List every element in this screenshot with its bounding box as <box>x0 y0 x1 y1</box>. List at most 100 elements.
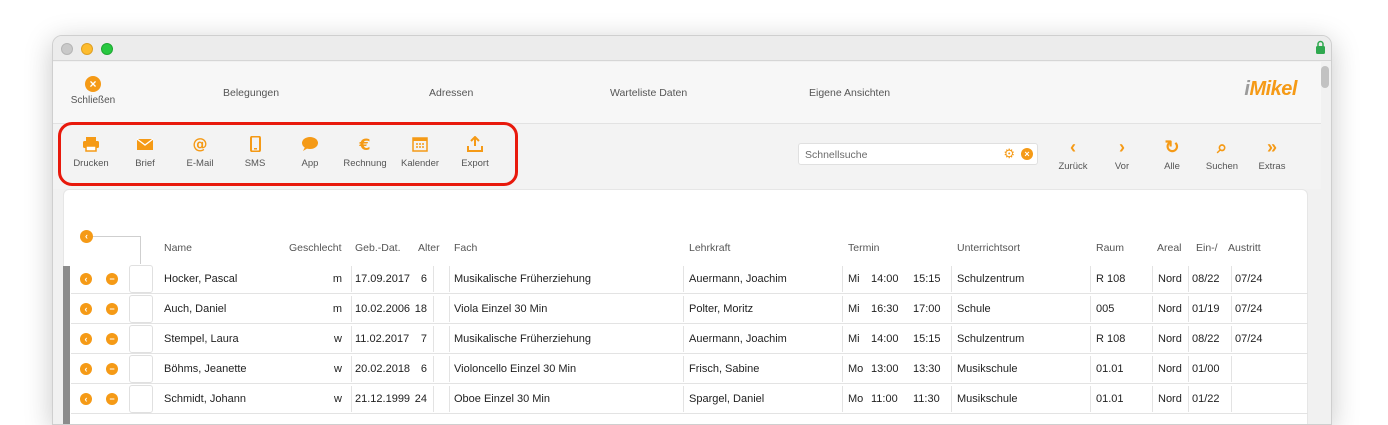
cell-area: Nord <box>1158 273 1182 285</box>
table-row[interactable]: ‹ − Böhms, Jeanette w 20.02.2018 6 Violoncello… <box>71 354 1308 384</box>
cell-sex: w <box>334 393 342 405</box>
column-separator <box>1231 386 1232 412</box>
column-separator <box>1090 266 1091 292</box>
column-separator <box>951 326 952 352</box>
cell-end: 15:15 <box>913 273 941 285</box>
remove-row-icon[interactable]: − <box>106 393 118 405</box>
column-separator <box>683 326 684 352</box>
column-separator <box>842 266 843 292</box>
table-row[interactable]: ‹ − Schmidt, Johann w 21.12.1999 24 Oboe Einze… <box>71 384 1308 414</box>
cell-end: 11:30 <box>913 393 940 405</box>
search-icon: ⌕ <box>1216 137 1228 157</box>
column-separator <box>1231 266 1232 292</box>
lock-icon <box>1316 40 1325 54</box>
col-header-teacher[interactable]: Lehrkraft <box>689 242 730 254</box>
column-separator <box>433 326 434 352</box>
column-separator <box>951 296 952 322</box>
column-separator <box>1152 266 1153 292</box>
row-checkbox[interactable] <box>129 325 153 353</box>
column-separator <box>351 356 352 382</box>
all-button[interactable]: ↻ Alle <box>1148 136 1196 172</box>
col-header-time[interactable]: Termin <box>848 242 880 254</box>
cell-subject: Musikalische Früherziehung <box>454 333 591 345</box>
imikel-logo: iMikel <box>1244 78 1297 100</box>
column-separator <box>842 356 843 382</box>
open-row-icon[interactable]: ‹ <box>80 333 92 345</box>
extras-button[interactable]: » Extras <box>1248 136 1296 172</box>
refresh-icon: ↻ <box>1164 137 1180 157</box>
col-header-exit[interactable]: Austritt <box>1228 242 1261 254</box>
col-header-room[interactable]: Raum <box>1096 242 1124 254</box>
add-row-icon[interactable]: ‹ <box>80 230 93 243</box>
cell-end: 13:30 <box>913 363 941 375</box>
column-separator <box>683 296 684 322</box>
table-row[interactable]: ‹ − Auch, Daniel m 10.02.2006 18 Viola Einzel … <box>71 294 1308 324</box>
col-header-entry[interactable]: Ein-/ <box>1196 242 1218 254</box>
remove-row-icon[interactable]: − <box>106 363 118 375</box>
cell-subject: Musikalische Früherziehung <box>454 273 591 285</box>
cell-start: 14:00 <box>871 333 899 345</box>
header-divider <box>93 236 141 237</box>
col-header-area[interactable]: Areal <box>1157 242 1182 254</box>
cell-day: Mi <box>848 273 860 285</box>
open-row-icon[interactable]: ‹ <box>80 303 92 315</box>
forward-button[interactable]: › Vor <box>1098 136 1146 172</box>
clear-search-icon[interactable]: × <box>1021 148 1033 160</box>
row-checkbox[interactable] <box>129 265 153 293</box>
col-header-sex[interactable]: Geschlecht <box>289 242 342 254</box>
row-checkbox[interactable] <box>129 295 153 323</box>
cell-room: 01.01 <box>1096 393 1124 405</box>
cell-teacher: Polter, Moritz <box>689 303 754 315</box>
col-header-age[interactable]: Alter <box>418 242 440 254</box>
column-separator <box>1231 326 1232 352</box>
window-minimize-button[interactable] <box>81 43 93 55</box>
selection-bar <box>63 266 70 424</box>
table-row[interactable]: ‹ − Hocker, Pascal m 17.09.2017 6 Musikalische… <box>71 264 1308 294</box>
column-separator <box>1231 356 1232 382</box>
cell-dob: 20.02.2018 <box>355 363 411 375</box>
col-header-dob[interactable]: Geb.-Dat. <box>355 242 401 254</box>
close-view-button[interactable]: × Schließen <box>67 76 119 106</box>
open-row-icon[interactable]: ‹ <box>80 273 92 285</box>
column-separator <box>433 296 434 322</box>
gear-icon[interactable]: ⚙ <box>1003 147 1015 160</box>
cell-area: Nord <box>1158 393 1182 405</box>
column-separator <box>1188 356 1189 382</box>
open-row-icon[interactable]: ‹ <box>80 393 92 405</box>
window-maximize-button[interactable] <box>101 43 113 55</box>
cell-dob: 21.12.1999 <box>355 393 411 405</box>
cell-entry: 01/19 <box>1192 303 1220 315</box>
chevron-right-icon: › <box>1119 137 1125 157</box>
toolbar-highlight-annotation <box>58 122 518 186</box>
row-checkbox[interactable] <box>129 385 153 413</box>
window-close-button[interactable] <box>61 43 73 55</box>
cell-name: Böhms, Jeanette <box>164 363 247 375</box>
col-header-name[interactable]: Name <box>164 242 192 254</box>
quick-search-input[interactable]: Schnellsuche ⚙ × <box>798 143 1038 165</box>
close-label: Schließen <box>70 95 116 106</box>
cell-entry: 01/22 <box>1192 393 1220 405</box>
remove-row-icon[interactable]: − <box>106 303 118 315</box>
col-header-subject[interactable]: Fach <box>454 242 477 254</box>
header-divider-vertical <box>140 236 141 264</box>
nav-link-belegungen[interactable]: Belegungen <box>223 87 279 99</box>
cell-exit: 07/24 <box>1235 273 1263 285</box>
row-checkbox[interactable] <box>129 355 153 383</box>
column-separator <box>449 296 450 322</box>
column-separator <box>351 326 352 352</box>
nav-link-eigene-ansichten[interactable]: Eigene Ansichten <box>809 87 890 99</box>
vertical-scrollbar[interactable] <box>1321 66 1329 88</box>
nav-link-warteliste[interactable]: Warteliste Daten <box>610 87 687 99</box>
search-button[interactable]: ⌕ Suchen <box>1198 136 1246 172</box>
open-row-icon[interactable]: ‹ <box>80 363 92 375</box>
column-separator <box>1188 296 1189 322</box>
remove-row-icon[interactable]: − <box>106 273 118 285</box>
table-row[interactable]: ‹ − Stempel, Laura w 11.02.2017 7 Musikalische… <box>71 324 1308 354</box>
nav-link-adressen[interactable]: Adressen <box>429 87 473 99</box>
cell-day: Mi <box>848 333 860 345</box>
col-header-place[interactable]: Unterrichtsort <box>957 242 1020 254</box>
remove-row-icon[interactable]: − <box>106 333 118 345</box>
column-separator <box>1152 296 1153 322</box>
back-button[interactable]: ‹ Zurück <box>1049 136 1097 172</box>
cell-area: Nord <box>1158 303 1182 315</box>
